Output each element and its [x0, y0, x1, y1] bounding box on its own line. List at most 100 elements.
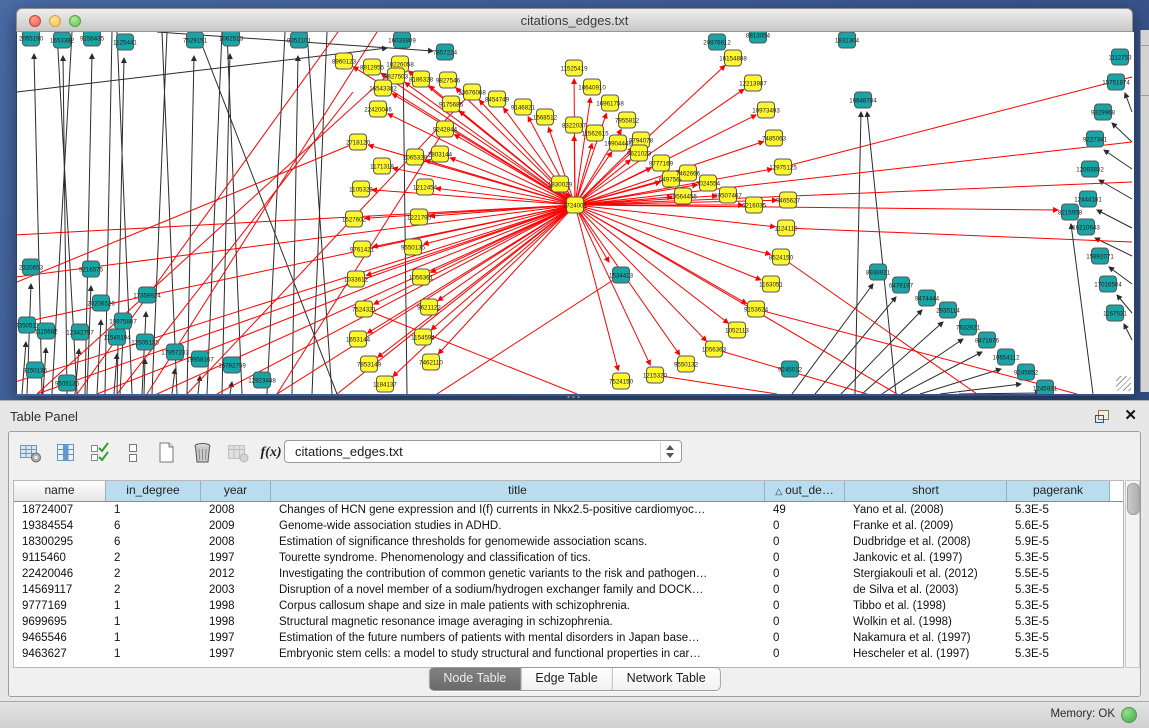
table-row[interactable]: 946554611997Estimation of the future num…	[14, 630, 1123, 646]
table-cell[interactable]: Stergiakouli et al. (2012)	[845, 566, 1007, 582]
table-cell[interactable]: Genome-wide association studies in ADHD.	[271, 518, 765, 534]
table-cell[interactable]: 14569117	[14, 582, 106, 598]
table-cell[interactable]: 2008	[201, 534, 271, 550]
column-header-title[interactable]: title	[271, 481, 765, 501]
table-cell[interactable]: 6	[106, 518, 201, 534]
table-mode-icon[interactable]	[17, 439, 45, 467]
table-cell[interactable]: Estimation of significance thresholds fo…	[271, 534, 765, 550]
memory-indicator[interactable]	[1121, 707, 1137, 723]
resize-grip-icon[interactable]	[1116, 376, 1131, 391]
table-cell[interactable]: 2	[106, 550, 201, 566]
table-cell[interactable]: 0	[765, 566, 845, 582]
table-cell[interactable]: Investigating the contribution of common…	[271, 566, 765, 582]
table-cell[interactable]: de Silva et al. (2003)	[845, 582, 1007, 598]
table-cell[interactable]: 9777169	[14, 598, 106, 614]
column-header-in-degree[interactable]: in_degree	[106, 481, 201, 501]
table-cell[interactable]: 1	[106, 598, 201, 614]
table-cell[interactable]: Nakamura et al. (1997)	[845, 630, 1007, 646]
table-row[interactable]: 946362711997Embryonic stem cells: a mode…	[14, 646, 1123, 662]
table-cell[interactable]: 5.9E-5	[1007, 534, 1110, 550]
tab-network-table[interactable]: Network Table	[612, 668, 720, 690]
table-cell[interactable]: 2003	[201, 582, 271, 598]
float-panel-icon[interactable]	[1095, 410, 1109, 423]
table-selector-dropdown[interactable]: citations_edges.txt	[284, 440, 682, 463]
table-cell[interactable]: Changes of HCN gene expression and I(f) …	[271, 502, 765, 518]
citation-network-graph[interactable]: 2055190165338291584351125441752915110625…	[17, 32, 1134, 394]
window-titlebar[interactable]: citations_edges.txt	[16, 8, 1133, 32]
vertical-scrollbar[interactable]	[1125, 480, 1140, 668]
split-pane-handle[interactable]	[566, 395, 582, 399]
table-cell[interactable]: 0	[765, 598, 845, 614]
table-cell[interactable]: 0	[765, 518, 845, 534]
close-panel-icon[interactable]: ✕	[1124, 406, 1137, 424]
tab-edge-table[interactable]: Edge Table	[520, 668, 611, 690]
table-row[interactable]: 969969511998Structural magnetic resonanc…	[14, 614, 1123, 630]
table-cell[interactable]: Disruption of a novel member of a sodium…	[271, 582, 765, 598]
table-cell[interactable]: 5.3E-5	[1007, 582, 1110, 598]
column-header-pagerank[interactable]: pagerank	[1007, 481, 1110, 501]
table-cell[interactable]: 1997	[201, 550, 271, 566]
table-cell[interactable]: 5.3E-5	[1007, 502, 1110, 518]
table-cell[interactable]: 9465546	[14, 630, 106, 646]
table-cell[interactable]: 2009	[201, 518, 271, 534]
vertical-scrollbar-thumb[interactable]	[1127, 483, 1140, 515]
table-cell[interactable]: Yano et al. (2008)	[845, 502, 1007, 518]
table-cell[interactable]: 22420046	[14, 566, 106, 582]
table-cell[interactable]: 9699695	[14, 614, 106, 630]
table-cell[interactable]: 1	[106, 614, 201, 630]
table-row[interactable]: 1938455462009Genome-wide association stu…	[14, 518, 1123, 534]
table-cell[interactable]: 0	[765, 630, 845, 646]
show-columns-icon[interactable]	[53, 439, 81, 467]
table-cell[interactable]: 49	[765, 502, 845, 518]
tab-node-table[interactable]: Node Table	[429, 668, 520, 690]
table-cell[interactable]: 5.3E-5	[1007, 646, 1110, 662]
table-cell[interactable]: Estimation of the future numbers of pati…	[271, 630, 765, 646]
table-cell[interactable]: 0	[765, 614, 845, 630]
table-cell[interactable]: 1997	[201, 630, 271, 646]
table-cell[interactable]: 5.6E-5	[1007, 518, 1110, 534]
table-cell[interactable]: Tourette syndrome. Phenomenology and cla…	[271, 550, 765, 566]
row-height-icon[interactable]	[119, 439, 147, 467]
table-cell[interactable]: 9115460	[14, 550, 106, 566]
table-cell[interactable]: 1	[106, 646, 201, 662]
table-row[interactable]: 2242004622012Investigating the contribut…	[14, 566, 1123, 582]
table-cell[interactable]: 5.3E-5	[1007, 598, 1110, 614]
table-cell[interactable]: 19384554	[14, 518, 106, 534]
table-row[interactable]: 911546021997Tourette syndrome. Phenomeno…	[14, 550, 1123, 566]
table-cell[interactable]: Jankovic et al. (1997)	[845, 550, 1007, 566]
table-cell[interactable]: 0	[765, 582, 845, 598]
table-cell[interactable]: 9463627	[14, 646, 106, 662]
new-table-icon[interactable]	[153, 439, 181, 467]
table-row[interactable]: 1872400712008Changes of HCN gene express…	[14, 502, 1123, 518]
delete-table-icon[interactable]	[189, 439, 217, 467]
row-checks-icon[interactable]	[87, 439, 115, 467]
table-cell[interactable]: Dudbridge et al. (2008)	[845, 534, 1007, 550]
table-cell[interactable]: 0	[765, 646, 845, 662]
table-cell[interactable]: 18300295	[14, 534, 106, 550]
table-cell[interactable]: Franke et al. (2009)	[845, 518, 1007, 534]
dropdown-stepper-icon[interactable]	[660, 442, 679, 461]
table-row[interactable]: 977716911998Corpus callosum shape and si…	[14, 598, 1123, 614]
table-cell[interactable]: Wolkin et al. (1998)	[845, 614, 1007, 630]
table-cell[interactable]: 1998	[201, 598, 271, 614]
table-cell[interactable]: 2008	[201, 502, 271, 518]
table-cell[interactable]: 5.3E-5	[1007, 550, 1110, 566]
table-cell[interactable]: 2	[106, 582, 201, 598]
column-header-name[interactable]: name	[14, 481, 106, 501]
table-cell[interactable]: 5.3E-5	[1007, 630, 1110, 646]
table-cell[interactable]: Structural magnetic resonance image aver…	[271, 614, 765, 630]
column-header-short[interactable]: short	[845, 481, 1007, 501]
table-cell[interactable]: 1	[106, 630, 201, 646]
table-cell[interactable]: Tibbo et al. (1998)	[845, 598, 1007, 614]
table-cell[interactable]: Embryonic stem cells: a model to study s…	[271, 646, 765, 662]
table-cell[interactable]: 1997	[201, 646, 271, 662]
table-row[interactable]: 1456911722003Disruption of a novel membe…	[14, 582, 1123, 598]
table-cell[interactable]: Hescheler et al. (1997)	[845, 646, 1007, 662]
table-cell[interactable]: 2	[106, 566, 201, 582]
table-cell[interactable]: 0	[765, 534, 845, 550]
table-cell[interactable]: Corpus callosum shape and size in male p…	[271, 598, 765, 614]
table-cell[interactable]: 2012	[201, 566, 271, 582]
column-header-out-de-[interactable]: △out_de…	[765, 481, 845, 501]
table-cell[interactable]: 0	[765, 550, 845, 566]
table-cell[interactable]: 5.5E-5	[1007, 566, 1110, 582]
